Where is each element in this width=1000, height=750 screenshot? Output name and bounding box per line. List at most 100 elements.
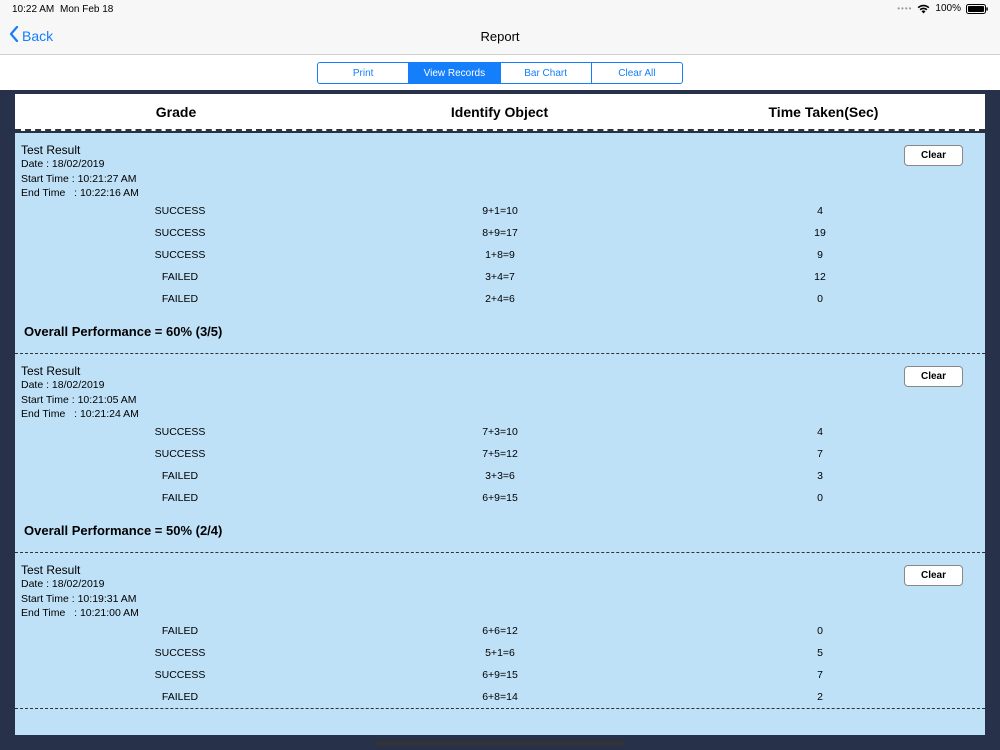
battery-icon	[966, 3, 988, 14]
record-end-time: End Time : 10:21:24 AM	[21, 408, 139, 420]
object-cell: 6+8=14	[482, 691, 518, 703]
record-title: Test Result	[21, 364, 81, 378]
table-row: FAILED 6+8=14 2	[15, 686, 985, 708]
time-cell: 7	[817, 448, 823, 460]
test-result-record: Test Result Date : 18/02/2019 Start Time :…	[15, 553, 985, 709]
page-title: Report	[480, 29, 520, 44]
status-date: Mon Feb 18	[60, 4, 114, 15]
time-cell: 2	[817, 691, 823, 703]
clear-button[interactable]: Clear	[904, 565, 963, 586]
grade-cell: SUCCESS	[154, 249, 206, 261]
grade-cell: SUCCESS	[154, 426, 206, 438]
status-time: 10:22 AM	[12, 4, 55, 15]
record-header: Test Result Date : 18/02/2019 Start Time :…	[15, 133, 985, 200]
signal-icon: ••••	[897, 4, 913, 13]
table-row: FAILED 2+4=6 0	[15, 288, 985, 310]
segment-print[interactable]: Print	[318, 63, 410, 83]
time-cell: 12	[814, 271, 826, 283]
status-right: •••• 100%	[897, 3, 988, 14]
object-cell: 6+9=15	[482, 492, 518, 504]
grade-cell: FAILED	[161, 470, 199, 482]
records-list[interactable]: Test Result Date : 18/02/2019 Start Time :…	[15, 133, 985, 735]
table-row: FAILED 6+6=12 0	[15, 620, 985, 642]
time-cell: 7	[817, 669, 823, 681]
time-cell: 4	[817, 205, 823, 217]
object-cell: 9+1=10	[482, 205, 518, 217]
object-cell: 7+5=12	[482, 448, 518, 460]
table-row: FAILED 3+4=7 12	[15, 266, 985, 288]
table-row: SUCCESS 6+9=15 7	[15, 664, 985, 686]
object-cell: 1+8=9	[485, 249, 515, 261]
overall-performance: Overall Performance = 50% (2/4)	[24, 523, 223, 538]
record-date: Date : 18/02/2019	[21, 578, 105, 590]
object-cell: 3+4=7	[485, 271, 515, 283]
segment-bar-chart[interactable]: Bar Chart	[501, 63, 592, 83]
time-cell: 4	[817, 426, 823, 438]
object-cell: 7+3=10	[482, 426, 518, 438]
object-cell: 5+1=6	[485, 647, 515, 659]
wifi-icon	[917, 4, 930, 14]
record-title: Test Result	[21, 143, 81, 157]
grade-cell: FAILED	[161, 625, 199, 637]
segmented-control: Print View Records Bar Chart Clear All	[317, 62, 683, 84]
time-cell: 0	[817, 625, 823, 637]
table-row: FAILED 3+3=6 3	[15, 465, 985, 487]
object-cell: 3+3=6	[485, 470, 515, 482]
table-header: Grade Identify Object Time Taken(Sec)	[15, 94, 985, 131]
segment-clear-all[interactable]: Clear All	[592, 63, 682, 83]
object-cell: 6+9=15	[482, 669, 518, 681]
status-bar: 10:22 AM Mon Feb 18 •••• 100%	[0, 0, 1000, 18]
time-cell: 0	[817, 293, 823, 305]
header-time-taken: Time Taken(Sec)	[768, 103, 879, 120]
grade-cell: FAILED	[161, 293, 199, 305]
record-title: Test Result	[21, 563, 81, 577]
table-row: SUCCESS 7+5=12 7	[15, 443, 985, 465]
record-start-time: Start Time : 10:19:31 AM	[21, 592, 137, 605]
segment-area: Print View Records Bar Chart Clear All	[0, 55, 1000, 90]
clear-button[interactable]: Clear	[904, 366, 963, 387]
grade-cell: FAILED	[161, 492, 199, 504]
result-rows: SUCCESS 9+1=10 4 SUCCESS 8+9=17 19 SUCCESS 1+8=…	[15, 200, 985, 310]
navigation-bar: Back Report	[0, 18, 1000, 55]
grade-cell: SUCCESS	[154, 647, 206, 659]
test-result-record: Test Result Date : 18/02/2019 Start Time :…	[15, 354, 985, 553]
record-end-time: End Time : 10:22:16 AM	[21, 187, 139, 199]
grade-cell: SUCCESS	[154, 448, 206, 460]
content-frame: Grade Identify Object Time Taken(Sec) Te…	[0, 90, 1000, 750]
grade-cell: FAILED	[161, 271, 199, 283]
table-row: FAILED 6+9=15 0	[15, 487, 985, 509]
clear-button[interactable]: Clear	[904, 145, 963, 166]
header-identify-object: Identify Object	[450, 103, 549, 120]
overall-performance: Overall Performance = 60% (3/5)	[24, 324, 223, 339]
time-cell: 19	[814, 227, 826, 239]
record-header: Test Result Date : 18/02/2019 Start Time :…	[15, 354, 985, 421]
object-cell: 8+9=17	[482, 227, 518, 239]
time-cell: 0	[817, 492, 823, 504]
result-rows: SUCCESS 7+3=10 4 SUCCESS 7+5=12 7 FAILED 3+3=6 3…	[15, 421, 985, 509]
record-start-time: Start Time : 10:21:27 AM	[21, 172, 137, 185]
grade-cell: SUCCESS	[154, 227, 206, 239]
test-result-record: Test Result Date : 18/02/2019 Start Time :…	[15, 133, 985, 354]
table-row: SUCCESS 8+9=17 19	[15, 222, 985, 244]
table-row: SUCCESS 1+8=9 9	[15, 244, 985, 266]
segment-view-records[interactable]: View Records	[409, 63, 501, 83]
table-row: SUCCESS 7+3=10 4	[15, 421, 985, 443]
home-indicator[interactable]	[375, 741, 625, 745]
grade-cell: SUCCESS	[154, 669, 206, 681]
header-grade: Grade	[155, 103, 197, 120]
table-row: SUCCESS 9+1=10 4	[15, 200, 985, 222]
object-cell: 2+4=6	[485, 293, 515, 305]
grade-cell: SUCCESS	[154, 205, 206, 217]
record-date: Date : 18/02/2019	[21, 379, 105, 391]
result-rows: FAILED 6+6=12 0 SUCCESS 5+1=6 5 SUCCESS 6+9=15 7…	[15, 620, 985, 708]
time-cell: 5	[817, 647, 823, 659]
table-row: SUCCESS 5+1=6 5	[15, 642, 985, 664]
object-cell: 6+6=12	[482, 625, 518, 637]
grade-cell: FAILED	[161, 691, 199, 703]
time-cell: 3	[817, 470, 823, 482]
time-cell: 9	[817, 249, 823, 261]
record-end-time: End Time : 10:21:00 AM	[21, 607, 139, 619]
record-start-time: Start Time : 10:21:05 AM	[21, 393, 137, 406]
record-date: Date : 18/02/2019	[21, 158, 105, 170]
record-header: Test Result Date : 18/02/2019 Start Time :…	[15, 553, 985, 620]
